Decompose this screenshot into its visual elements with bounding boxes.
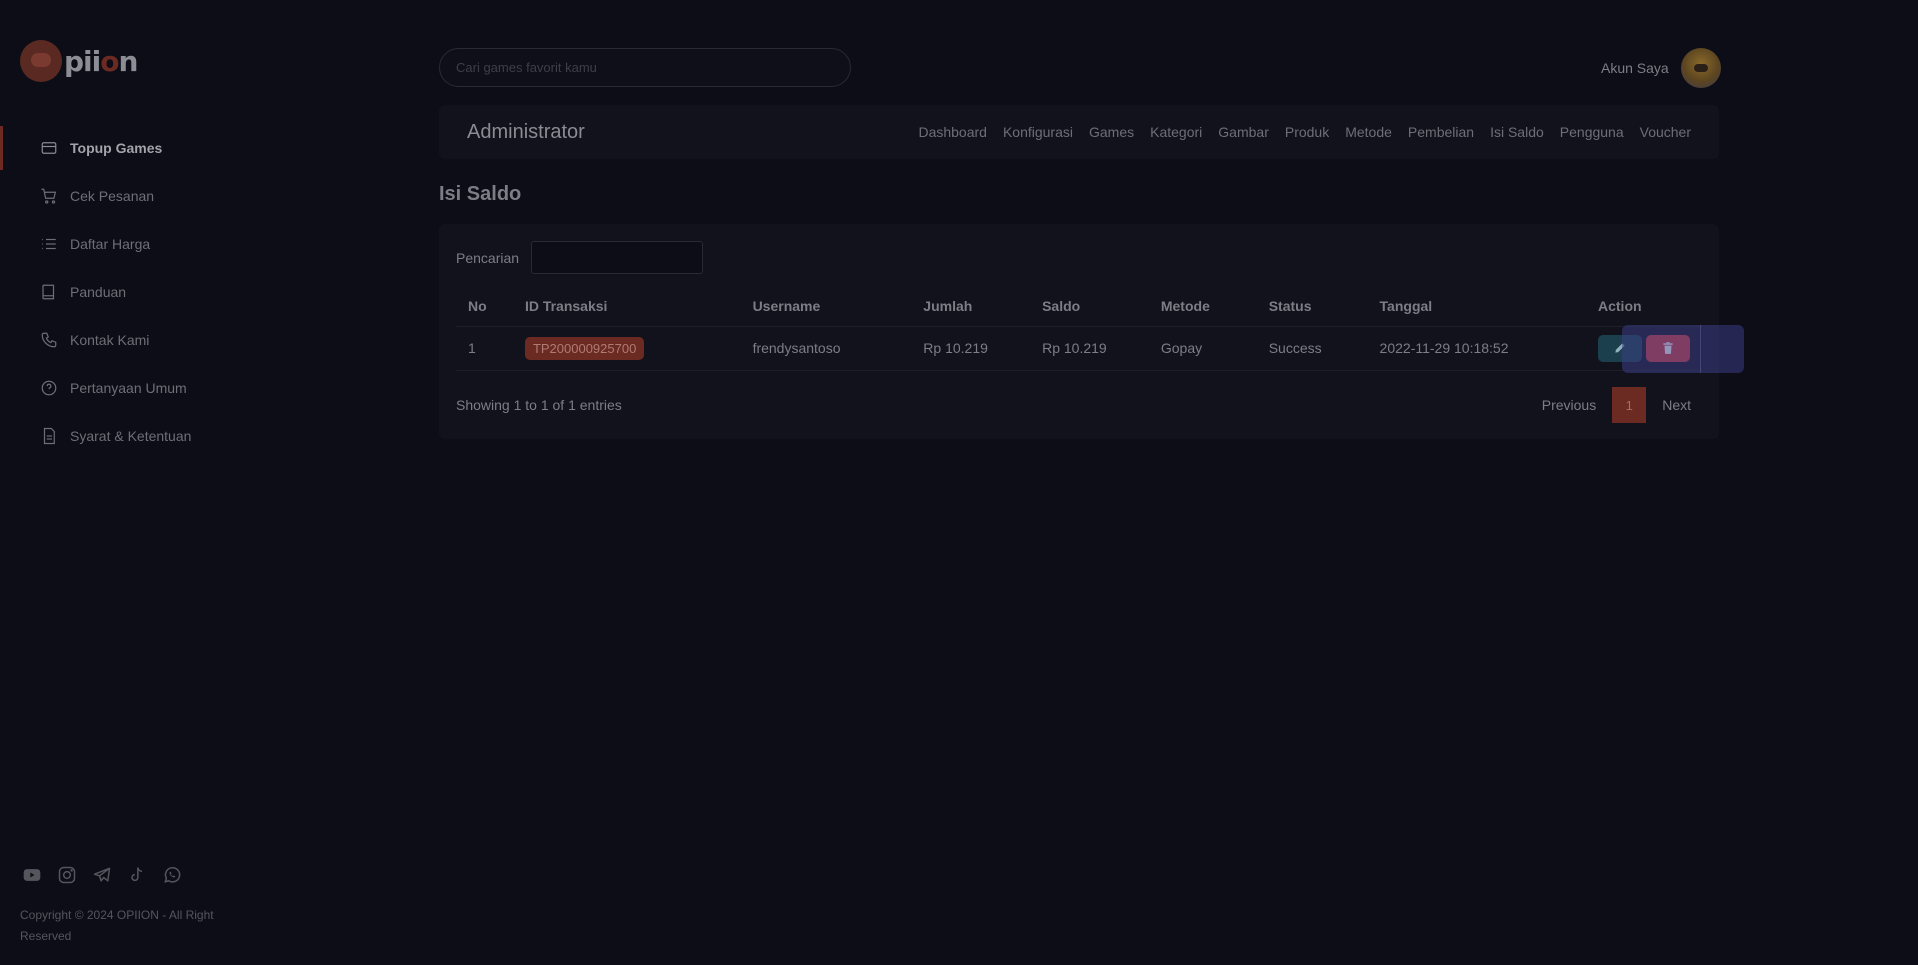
- pencil-icon: [1615, 343, 1625, 353]
- admin-header: Administrator Dashboard Konfigurasi Game…: [439, 105, 1719, 159]
- sidebar: piion Topup Games Cek Pesanan Daftar Har…: [0, 0, 300, 965]
- pagination: Previous 1 Next: [1534, 387, 1699, 423]
- book-icon: [40, 283, 58, 301]
- saldo-table: No ID Transaksi Username Jumlah Saldo Me…: [456, 286, 1702, 371]
- sidebar-item-label: Pertanyaan Umum: [70, 380, 187, 396]
- sidebar-item-pertanyaan-umum[interactable]: Pertanyaan Umum: [0, 364, 300, 412]
- sidebar-item-label: Syarat & Ketentuan: [70, 428, 192, 444]
- list-icon: [40, 235, 58, 253]
- pagination-previous[interactable]: Previous: [1534, 397, 1604, 413]
- sidebar-item-syarat-ketentuan[interactable]: Syarat & Ketentuan: [0, 412, 300, 460]
- cell-no: 1: [456, 326, 513, 371]
- cell-action: [1586, 326, 1702, 371]
- sidebar-item-label: Topup Games: [70, 140, 163, 156]
- instagram-icon[interactable]: [55, 863, 79, 887]
- account-label: Akun Saya: [1601, 60, 1669, 76]
- sidebar-nav: Topup Games Cek Pesanan Daftar Harga Pan…: [0, 124, 300, 460]
- admin-nav-pengguna[interactable]: Pengguna: [1560, 124, 1624, 140]
- account-menu[interactable]: Akun Saya: [1601, 48, 1721, 88]
- phone-icon: [40, 331, 58, 349]
- cell-username: frendysantoso: [740, 326, 912, 371]
- tiktok-icon[interactable]: [125, 863, 149, 887]
- search-input[interactable]: [439, 48, 851, 87]
- cell-id-transaksi: TP200000925700: [512, 326, 741, 371]
- brand-logo[interactable]: piion: [20, 40, 138, 82]
- column-header-saldo[interactable]: Saldo: [1030, 286, 1149, 327]
- filter-label: Pencarian: [456, 249, 520, 266]
- admin-nav-pembelian[interactable]: Pembelian: [1408, 124, 1474, 140]
- pagination-page-1[interactable]: 1: [1612, 387, 1647, 423]
- document-icon: [40, 427, 58, 445]
- admin-nav-konfigurasi[interactable]: Konfigurasi: [1003, 124, 1073, 140]
- column-header-username[interactable]: Username: [740, 286, 912, 327]
- table-info: Showing 1 to 1 of 1 entries: [456, 397, 622, 413]
- telegram-icon[interactable]: [90, 863, 114, 887]
- whatsapp-icon[interactable]: [160, 863, 184, 887]
- page-title: Isi Saldo: [439, 183, 522, 205]
- filter-input[interactable]: [531, 241, 704, 274]
- sidebar-item-topup-games[interactable]: Topup Games: [0, 124, 300, 172]
- sidebar-item-panduan[interactable]: Panduan: [0, 268, 300, 316]
- admin-nav-dashboard[interactable]: Dashboard: [918, 124, 987, 140]
- gamepad-logo-icon: [20, 40, 62, 82]
- saldo-table-card: Pencarian No ID Transaksi Username Jumla…: [439, 224, 1719, 439]
- youtube-icon[interactable]: [20, 863, 44, 887]
- delete-button[interactable]: [1646, 334, 1690, 362]
- logo-text: piion: [64, 44, 138, 78]
- credit-card-icon: [40, 139, 58, 157]
- question-icon: [40, 379, 58, 397]
- sidebar-item-kontak-kami[interactable]: Kontak Kami: [0, 316, 300, 364]
- column-header-tanggal[interactable]: Tanggal: [1367, 286, 1586, 327]
- sidebar-item-label: Kontak Kami: [70, 332, 150, 348]
- table-row: 1 TP200000925700 frendysantoso Rp 10.219…: [456, 326, 1702, 371]
- cell-tanggal: 2022-11-29 10:18:52: [1367, 326, 1586, 371]
- trash-icon: [1663, 342, 1673, 354]
- pagination-next[interactable]: Next: [1654, 397, 1699, 413]
- column-header-status[interactable]: Status: [1256, 286, 1368, 327]
- table-filter: Pencarian: [456, 241, 704, 274]
- sidebar-item-cek-pesanan[interactable]: Cek Pesanan: [0, 172, 300, 220]
- transaction-id-badge: TP200000925700: [524, 336, 645, 360]
- admin-nav-metode[interactable]: Metode: [1345, 124, 1392, 140]
- cart-icon: [40, 187, 58, 205]
- admin-nav-gambar[interactable]: Gambar: [1218, 124, 1269, 140]
- app-root: piion Topup Games Cek Pesanan Daftar Har…: [0, 0, 1918, 965]
- column-header-action: Action: [1586, 286, 1702, 327]
- admin-nav-kategori[interactable]: Kategori: [1150, 124, 1202, 140]
- admin-nav-games[interactable]: Games: [1089, 124, 1134, 140]
- admin-nav-produk[interactable]: Produk: [1285, 124, 1329, 140]
- admin-nav-voucher[interactable]: Voucher: [1640, 124, 1691, 140]
- social-links: [20, 863, 184, 887]
- column-header-no[interactable]: No: [456, 286, 513, 327]
- sidebar-item-label: Panduan: [70, 284, 127, 300]
- column-header-metode[interactable]: Metode: [1148, 286, 1257, 327]
- sidebar-item-label: Cek Pesanan: [70, 188, 155, 204]
- cell-metode: Gopay: [1148, 326, 1257, 371]
- edit-button[interactable]: [1598, 334, 1642, 362]
- admin-nav: Dashboard Konfigurasi Games Kategori Gam…: [918, 124, 1691, 140]
- cell-saldo: Rp 10.219: [1030, 326, 1149, 371]
- sidebar-item-label: Daftar Harga: [70, 236, 151, 252]
- table-header-row: No ID Transaksi Username Jumlah Saldo Me…: [456, 286, 1702, 327]
- admin-nav-isi-saldo[interactable]: Isi Saldo: [1490, 124, 1544, 140]
- row-actions: [1598, 334, 1690, 362]
- cell-jumlah: Rp 10.219: [911, 326, 1031, 371]
- copyright-text: Copyright © 2024 OPIION - All Right Rese…: [20, 908, 214, 943]
- cell-status: Success: [1256, 326, 1368, 371]
- admin-title: Administrator: [467, 120, 585, 143]
- column-header-jumlah[interactable]: Jumlah: [911, 286, 1031, 327]
- avatar[interactable]: [1680, 48, 1721, 88]
- sidebar-item-daftar-harga[interactable]: Daftar Harga: [0, 220, 300, 268]
- column-header-id-transaksi[interactable]: ID Transaksi: [512, 286, 741, 327]
